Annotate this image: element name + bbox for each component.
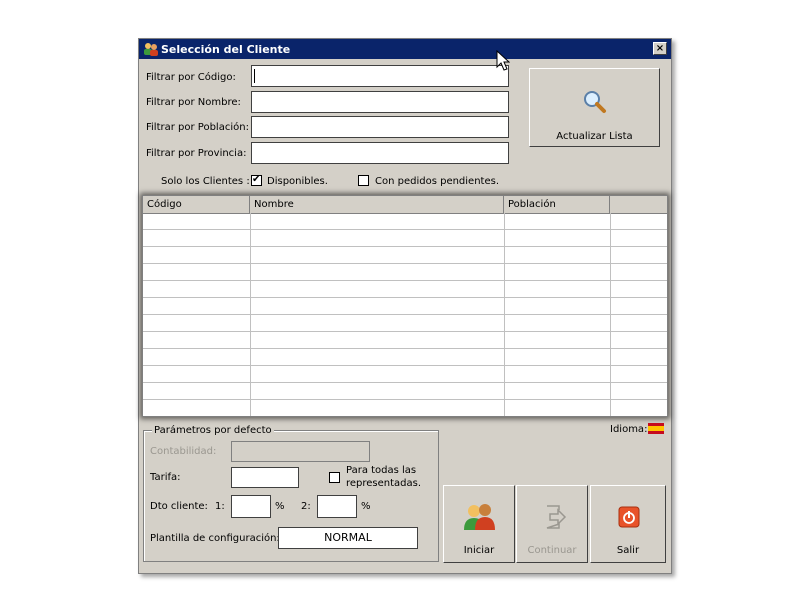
dto-two-label: 2: [301,501,311,512]
table-row[interactable] [143,349,667,366]
filter-code-input[interactable] [251,65,509,87]
iniciar-label: Iniciar [463,545,495,556]
contabilidad-select[interactable] [231,441,370,462]
table-row[interactable] [143,400,667,416]
filter-name-input[interactable] [251,91,509,113]
table-row[interactable] [143,281,667,298]
default-parameters-title: Parámetros por defecto [152,425,274,436]
table-header: Código Nombre Población [143,196,667,214]
table-row[interactable] [143,230,667,247]
client-selection-window: Selección del Cliente × Filtrar por Códi… [138,38,672,574]
todas-representadas-label-line2: representadas. [346,478,422,489]
magnifier-icon [584,91,606,113]
window-title: Selección del Cliente [161,43,291,56]
table-row[interactable] [143,264,667,281]
checkmark-icon: ✔ [252,174,261,185]
close-button[interactable]: × [653,42,667,55]
filter-name-label: Filtrar por Nombre: [146,97,241,108]
close-icon: × [655,43,665,54]
users-icon [144,43,158,56]
filter-town-label: Filtrar por Población: [146,122,249,133]
column-header-poblacion[interactable]: Población [504,196,610,213]
column-header-extra[interactable] [610,196,667,213]
disponibles-label: Disponibles. [267,176,328,187]
solo-clientes-label: Solo los Clientes : [161,176,250,187]
continuar-button[interactable]: Continuar [516,485,588,563]
dto-cliente-2-input[interactable] [317,495,357,518]
column-divider [250,213,251,416]
filter-code-label: Filtrar por Código: [146,72,236,83]
tarifa-input[interactable] [231,467,299,488]
tarifa-label: Tarifa: [150,472,181,483]
plantilla-input[interactable]: NORMAL [278,527,418,549]
column-header-nombre[interactable]: Nombre [250,196,504,213]
filter-province-input[interactable] [251,142,509,164]
clients-table[interactable]: Código Nombre Población [142,195,668,417]
idioma-label: Idioma: [610,424,648,435]
table-row[interactable] [143,332,667,349]
dto-one-label: 1: [215,501,225,512]
pendientes-label: Con pedidos pendientes. [375,176,500,187]
iniciar-button[interactable]: Iniciar [443,485,515,563]
filter-province-label: Filtrar por Provincia: [146,148,247,159]
table-row[interactable] [143,213,667,230]
salir-label: Salir [616,545,640,556]
contabilidad-label: Contabilidad: [150,446,217,457]
title-bar[interactable]: Selección del Cliente × [139,39,671,59]
table-row[interactable] [143,315,667,332]
dto-cliente-1-input[interactable] [231,495,271,518]
filter-town-input[interactable] [251,116,509,138]
mouse-cursor-icon [496,50,510,71]
spain-flag-icon[interactable] [648,423,664,434]
continuar-label: Continuar [527,545,577,556]
table-row[interactable] [143,383,667,400]
refresh-list-label: Actualizar Lista [556,131,633,142]
pendientes-checkbox[interactable] [358,175,369,186]
power-icon [618,506,640,528]
salir-button[interactable]: Salir [590,485,666,563]
table-row[interactable] [143,366,667,383]
text-caret [254,69,255,83]
dto-2-percent: % [361,501,371,512]
refresh-list-button[interactable]: Actualizar Lista [529,68,660,147]
dto-1-percent: % [275,501,285,512]
users-icon [464,504,495,530]
table-row[interactable] [143,298,667,315]
column-header-codigo[interactable]: Código [143,196,250,213]
continue-arrow-icon [546,505,567,529]
dto-cliente-label: Dto cliente: [150,501,208,512]
todas-representadas-label-line1: Para todas las [346,465,417,476]
plantilla-label: Plantilla de configuración: [150,533,280,544]
column-divider [504,213,505,416]
column-divider [610,213,611,416]
todas-representadas-checkbox[interactable] [329,472,340,483]
table-row[interactable] [143,247,667,264]
disponibles-checkbox[interactable]: ✔ [251,174,262,186]
